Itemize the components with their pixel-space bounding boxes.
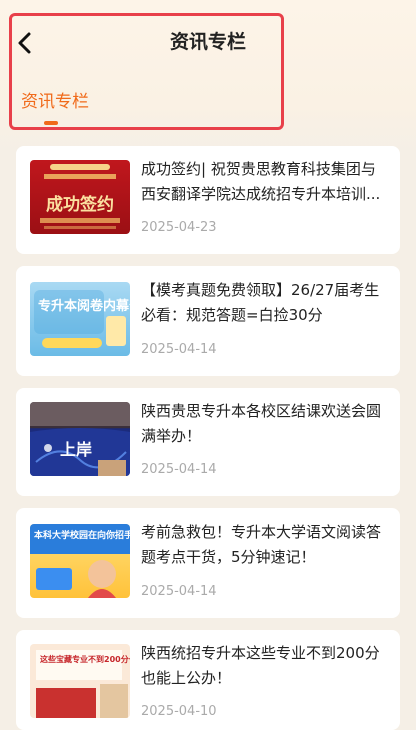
article-thumbnail: 上岸 [30, 402, 130, 476]
article-date: 2025-04-23 [141, 220, 217, 235]
article-card[interactable]: 本科大学校园在向你招手 考前急救包！专升本大学语文阅读答题考点干货，5分钟速记！… [16, 508, 400, 618]
article-title: 陕西统招专升本这些专业不到200分也能上公办！ [141, 644, 380, 687]
article-card[interactable]: 这些宝藏专业不到200分也能上公办 陕西统招专升本这些专业不到200分也能上公办… [16, 630, 400, 730]
thumb-text: 专升本阅卷内幕公开 [38, 298, 130, 314]
article-title: 成功签约| 祝贺贵思教育科技集团与西安翻译学院达成统招专升本培训... [141, 160, 381, 203]
article-card[interactable]: 专升本阅卷内幕公开 【模考真题免费领取】26/27届考生必看：规范答题=白捡30… [16, 266, 400, 376]
article-thumbnail: 成功签约 [30, 160, 130, 234]
article-date: 2025-04-10 [141, 704, 217, 719]
article-title: 陕西贵思专升本各校区结课欢送会圆满举办！ [141, 402, 382, 445]
article-card[interactable]: 成功签约 成功签约| 祝贺贵思教育科技集团与西安翻译学院达成统招专升本培训...… [16, 146, 400, 254]
article-date: 2025-04-14 [141, 342, 217, 357]
article-date: 2025-04-14 [141, 462, 217, 477]
exam-review-image: 专升本阅卷内幕公开 [34, 290, 130, 348]
major-guide-image: 这些宝藏专业不到200分也能上公办 [36, 650, 130, 718]
contract-signing-image: 成功签约 [40, 164, 120, 229]
article-title: 考前急救包！专升本大学语文阅读答题考点干货，5分钟速记！ [141, 523, 382, 566]
campus-poster-image: 本科大学校园在向你招手 [30, 524, 130, 598]
thumb-text: 上岸 [60, 440, 92, 459]
article-date: 2025-04-14 [141, 584, 217, 599]
highlight-annotation-box [9, 13, 284, 130]
article-thumbnail: 这些宝藏专业不到200分也能上公办 [30, 644, 130, 718]
article-title: 【模考真题免费领取】26/27届考生必看：规范答题=白捡30分 [141, 281, 380, 324]
thumb-text: 本科大学校园在向你招手 [34, 529, 130, 541]
article-thumbnail: 本科大学校园在向你招手 [30, 524, 130, 598]
article-card[interactable]: 上岸 陕西贵思专升本各校区结课欢送会圆满举办！ 2025-04-14 [16, 388, 400, 496]
graduation-event-image: 上岸 [30, 402, 130, 476]
thumb-text: 这些宝藏专业不到200分也能上公办 [40, 654, 130, 664]
article-thumbnail: 专升本阅卷内幕公开 [30, 282, 130, 356]
thumb-text: 成功签约 [46, 194, 114, 215]
